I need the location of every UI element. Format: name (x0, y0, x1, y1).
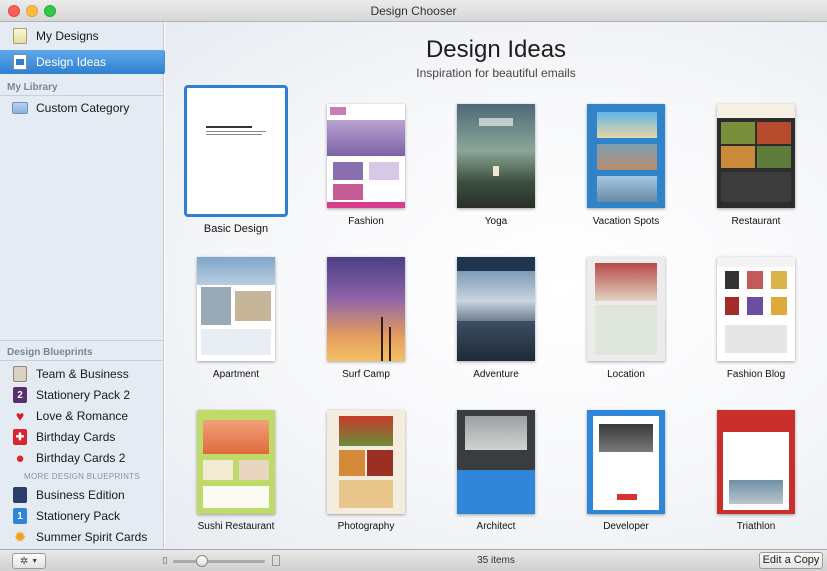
design-label: Triathlon (736, 521, 776, 532)
sidebar-item-label: Design Ideas (36, 55, 107, 69)
sidebar: My Designs Design Ideas My Library Custo… (0, 22, 172, 549)
basic-design-thumbnail (192, 92, 280, 210)
design-label: Basic Design (203, 223, 269, 235)
sidebar-item-custom-category[interactable]: Custom Category (0, 96, 164, 120)
library-header: My Library (7, 82, 58, 93)
more-blueprints-header: MORE DESIGN BLUEPRINTS (24, 472, 140, 481)
sidebar-item-label: Birthday Cards 2 (36, 451, 126, 465)
sidebar-item-label: Team & Business (36, 367, 129, 381)
triathlon-thumbnail (717, 410, 795, 514)
bottom-toolbar: ✲ ▼ 35 items Edit a Copy (0, 549, 827, 571)
blueprints-header: Design Blueprints (7, 347, 93, 358)
design-label: Location (607, 369, 645, 380)
design-label: Apartment (212, 369, 260, 380)
design-label: Sushi Restaurant (197, 521, 275, 532)
page-subtitle: Inspiration for beautiful emails (416, 66, 576, 80)
design-label: Yoga (484, 216, 508, 227)
sidebar-item-label: Stationery Pack (36, 509, 121, 523)
sidebar-item-my-designs[interactable]: My Designs (0, 24, 164, 48)
my-designs-icon (12, 28, 28, 44)
design-gallery: Design Ideas Inspiration for beautiful e… (165, 22, 827, 549)
design-label: Photography (337, 521, 395, 532)
developer-thumbnail (587, 410, 665, 514)
photography-thumbnail (327, 410, 405, 514)
sidebar-item-label: My Designs (36, 29, 99, 43)
page-title: Design Ideas (425, 36, 567, 63)
sidebar-item-design-ideas[interactable]: Design Ideas (0, 50, 172, 74)
folder-icon (12, 100, 28, 116)
design-label: Adventure (473, 369, 519, 380)
location-thumbnail (587, 257, 665, 361)
sun-icon: ✹ (13, 529, 27, 546)
blueprints-top-divider (0, 340, 164, 341)
yoga-thumbnail (457, 104, 535, 208)
item-count: 35 items (477, 555, 515, 566)
restaurant-thumbnail (717, 104, 795, 208)
sidebar-item-birthday-cards-2[interactable]: ● Birthday Cards 2 (0, 446, 164, 470)
sushi-restaurant-thumbnail (197, 410, 275, 514)
title-bar: Design Chooser (0, 0, 827, 22)
design-label: Fashion (348, 216, 384, 227)
design-label: Vacation Spots (592, 216, 660, 227)
sidebar-item-label: Stationery Pack 2 (36, 388, 131, 402)
gift-icon: ✚ (12, 429, 28, 445)
design-ideas-icon (12, 54, 28, 70)
team-business-icon (12, 366, 28, 382)
design-label: Developer (603, 521, 649, 532)
gear-icon: ✲ (19, 555, 29, 567)
design-chooser-window: Design Chooser My Designs Design Ideas M… (0, 0, 827, 571)
fashion-blog-thumbnail (717, 257, 795, 361)
architect-thumbnail (457, 410, 535, 514)
stationery-pack-2-icon: 2 (12, 387, 28, 403)
apartment-thumbnail (197, 257, 275, 361)
sidebar-item-label: Birthday Cards (36, 430, 116, 444)
sidebar-item-label: Custom Category (36, 101, 130, 115)
design-label: Fashion Blog (726, 369, 786, 380)
fashion-thumbnail (327, 104, 405, 208)
stationery-pack-icon: 1 (12, 508, 28, 524)
heart-icon: ♥ (15, 408, 25, 424)
window-title: Design Chooser (370, 4, 457, 18)
sidebar-item-summer-spirit-cards[interactable]: ✹ Summer Spirit Cards (0, 525, 164, 549)
edit-a-copy-button[interactable]: Edit a Copy (759, 552, 823, 569)
sidebar-item-label: Love & Romance (36, 409, 129, 423)
adventure-thumbnail (457, 257, 535, 361)
chevron-down-icon: ▼ (31, 557, 39, 565)
vacation-spots-thumbnail (587, 104, 665, 208)
design-label: Surf Camp (342, 369, 390, 380)
sidebar-item-label: Summer Spirit Cards (36, 530, 148, 544)
design-label: Architect (476, 521, 516, 532)
blueprints-divider (0, 360, 164, 361)
surf-camp-thumbnail (327, 257, 405, 361)
balloon-icon: ● (15, 449, 25, 467)
action-menu-button[interactable]: ✲ ▼ (12, 553, 46, 569)
design-label: Restaurant (731, 216, 781, 227)
business-edition-icon (12, 487, 28, 503)
sidebar-item-label: Business Edition (36, 488, 125, 502)
